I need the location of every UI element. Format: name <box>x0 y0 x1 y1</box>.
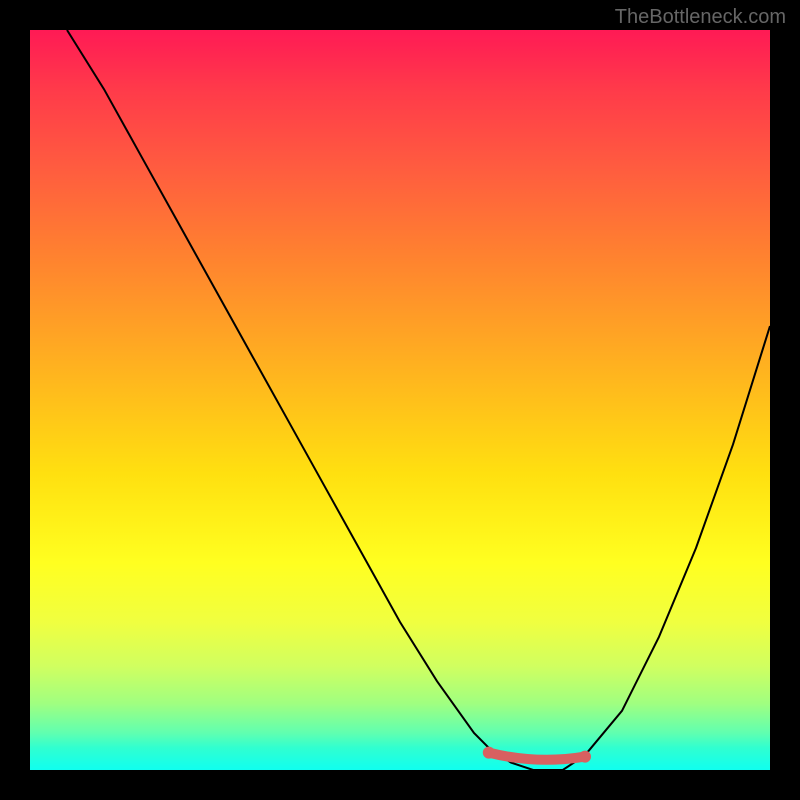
optimal-range-dot-right <box>579 751 591 763</box>
chart-svg <box>30 30 770 770</box>
optimal-range-marker <box>489 753 585 760</box>
bottleneck-curve-line <box>67 30 770 770</box>
chart-plot-area <box>30 30 770 770</box>
watermark-text: TheBottleneck.com <box>615 6 786 29</box>
optimal-range-dot-left <box>483 747 495 759</box>
